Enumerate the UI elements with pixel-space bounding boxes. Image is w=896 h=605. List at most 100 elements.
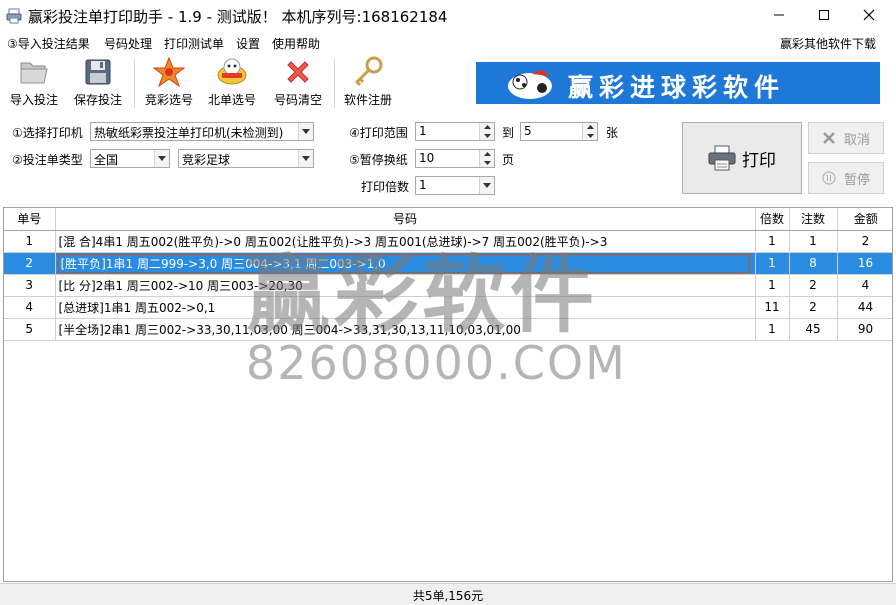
row-id: 4 (4, 296, 56, 319)
row-bets: 2 (789, 296, 838, 319)
jingcai-pick-label: 竞彩选号 (144, 93, 193, 107)
jingcai-pick-button[interactable]: 竞彩选号 (142, 56, 196, 110)
printer-select[interactable]: 热敏纸彩票投注单打印机(未检测到) (90, 122, 314, 141)
column-header-amount[interactable]: 金额 (837, 208, 892, 231)
row-amount: 16 (837, 252, 892, 275)
row-bets: 45 (789, 318, 838, 341)
menu-print-test[interactable]: 打印测试单 (164, 35, 224, 52)
range-to-label: 到 (502, 126, 515, 140)
star-burst-icon (153, 57, 185, 87)
row-code[interactable]: [胜平负]1串1 周二999->3,0 周三004->3,1 周二003->1,… (57, 253, 750, 273)
chevron-down-icon (298, 123, 313, 140)
range-to-value: 5 (524, 124, 532, 138)
row-amount: 4 (837, 274, 892, 297)
copies-select[interactable]: 1 (415, 176, 495, 195)
menu-help[interactable]: 使用帮助 (272, 35, 320, 52)
status-summary: 共5单,156元 (412, 589, 484, 603)
title-bar: 赢彩投注单打印助手 - 1.9 - 测试版！ 本机序列号:168162184 (0, 0, 896, 32)
printer-icon (708, 145, 736, 171)
window-title: 赢彩投注单打印助手 - 1.9 - 测试版！ 本机序列号:168162184 (28, 8, 448, 26)
beidan-pick-button[interactable]: 北单选号 (204, 56, 260, 110)
clear-numbers-button[interactable]: 号码清空 (270, 56, 326, 110)
row-times: 1 (755, 274, 790, 297)
chevron-down-icon (479, 177, 494, 194)
pause-button-label: 暂停 (843, 172, 870, 188)
chevron-down-icon (298, 150, 313, 167)
column-header-code[interactable]: 号码 (55, 208, 756, 231)
maximize-button[interactable] (801, 0, 846, 30)
cancel-button-label: 取消 (843, 132, 870, 148)
cancel-icon (823, 132, 835, 144)
folder-open-icon (20, 62, 48, 84)
printer-label: ①选择打印机 (12, 126, 83, 140)
clear-numbers-label: 号码清空 (273, 93, 322, 107)
row-code: [比 分]2串1 周三002->10 周三003->20,30 (55, 274, 756, 297)
range-from-value: 1 (419, 124, 427, 138)
table-row[interactable]: 5 [半全场]2串1 周三002->33,30,11,03,00 周三004->… (4, 318, 892, 341)
register-software-button[interactable]: 软件注册 (342, 56, 394, 110)
row-amount: 2 (837, 230, 892, 253)
table-row-selected[interactable]: 2 [胜平负]1串1 周二999->3,0 周三004->3,1 周二003->… (4, 252, 892, 275)
pause-unit-label: 页 (502, 153, 515, 167)
import-bets-button[interactable]: 导入投注 (8, 56, 60, 110)
row-code: [总进球]1串1 周五002->0,1 (55, 296, 756, 319)
save-bets-label: 保存投注 (73, 93, 122, 107)
printer-app-icon (6, 8, 22, 24)
spinner-arrows-icon[interactable] (479, 150, 494, 167)
bet-list-grid[interactable]: 单号 号码 倍数 注数 金额 1 [混 合]4串1 周五002(胜平负)->0 … (3, 207, 893, 582)
table-row[interactable]: 1 [混 合]4串1 周五002(胜平负)->0 周五002(让胜平负)->3 … (4, 230, 892, 253)
other-software-link[interactable]: 赢彩其他软件下载 (780, 35, 876, 52)
row-times: 11 (755, 296, 790, 319)
menu-import-results[interactable]: ③导入投注结果 (7, 35, 90, 52)
row-amount: 44 (837, 296, 892, 319)
game-select[interactable]: 竞彩足球 (178, 149, 314, 168)
row-times: 1 (755, 318, 790, 341)
range-unit-label: 张 (606, 126, 619, 140)
ticket-type-label: ②投注单类型 (12, 153, 83, 167)
print-range-label: ④打印范围 (349, 126, 408, 140)
menu-number-processing[interactable]: 号码处理 (104, 35, 152, 52)
row-id: 1 (4, 230, 56, 253)
table-row[interactable]: 4 [总进球]1串1 周五002->0,1 11 2 44 (4, 296, 892, 319)
pause-icon (822, 171, 836, 185)
spinner-arrows-icon[interactable] (479, 123, 494, 140)
column-header-times[interactable]: 倍数 (755, 208, 790, 231)
column-header-bets[interactable]: 注数 (789, 208, 838, 231)
menu-bar: ③导入投注结果 号码处理 打印测试单 设置 使用帮助 赢彩其他软件下载 (0, 32, 896, 54)
register-software-label: 软件注册 (343, 93, 392, 107)
key-icon (354, 56, 383, 87)
red-x-icon (287, 61, 309, 83)
row-times: 1 (755, 252, 790, 275)
region-select[interactable]: 全国 (90, 149, 170, 168)
row-bets: 1 (789, 230, 838, 253)
grid-header-row: 单号 号码 倍数 注数 金额 (4, 208, 892, 231)
menu-settings[interactable]: 设置 (236, 35, 260, 52)
row-code: [混 合]4串1 周五002(胜平负)->0 周五002(让胜平负)->3 周五… (55, 230, 756, 253)
save-bets-button[interactable]: 保存投注 (70, 56, 126, 110)
spinner-arrows-icon[interactable] (582, 123, 597, 140)
column-header-id[interactable]: 单号 (4, 208, 56, 231)
floppy-disk-icon (85, 59, 111, 85)
row-id: 5 (4, 318, 56, 341)
print-button[interactable]: 打印 (682, 122, 802, 194)
pause-button[interactable]: 暂停 (808, 162, 884, 194)
row-times: 1 (755, 230, 790, 253)
range-to-spinner[interactable]: 5 (520, 122, 598, 141)
close-button[interactable] (846, 0, 891, 30)
row-id: 3 (4, 274, 56, 297)
promo-banner[interactable]: 赢彩进球彩软件 (476, 62, 880, 104)
cancel-button[interactable]: 取消 (808, 122, 884, 154)
import-bets-label: 导入投注 (9, 93, 58, 107)
print-button-label: 打印 (742, 150, 776, 171)
copies-label: 打印倍数 (361, 180, 410, 194)
table-row[interactable]: 3 [比 分]2串1 周三002->10 周三003->20,30 1 2 4 (4, 274, 892, 297)
range-from-spinner[interactable]: 1 (415, 122, 495, 141)
close-icon (863, 9, 874, 21)
row-id: 2 (4, 252, 56, 275)
game-select-value: 竞彩足球 (182, 153, 231, 167)
row-code-cell[interactable]: [胜平负]1串1 周二999->3,0 周三004->3,1 周二003->1,… (55, 252, 756, 275)
minimize-button[interactable] (756, 0, 801, 30)
status-bar: 共5单,156元 (0, 583, 896, 605)
pause-spinner[interactable]: 10 (415, 149, 495, 168)
row-amount: 90 (837, 318, 892, 341)
